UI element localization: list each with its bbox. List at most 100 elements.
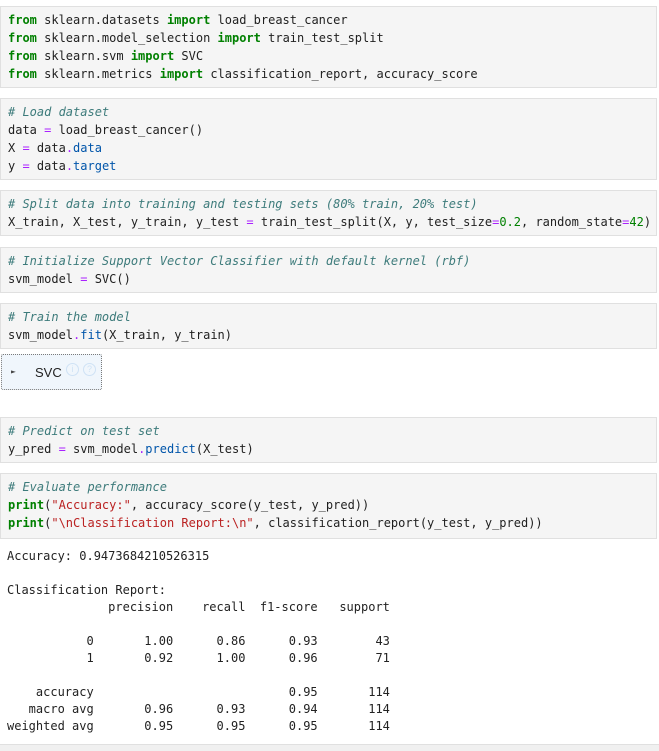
code-line: # Initialize Support Vector Classifier w… <box>8 252 649 270</box>
code-token: X <box>8 141 23 155</box>
code-token: from <box>8 49 37 63</box>
code-line: from sklearn.metrics import classificati… <box>8 65 649 83</box>
code-token: import <box>130 49 175 63</box>
code-token: # Predict on test set <box>8 424 160 438</box>
code-token: load_breast_cancer() <box>51 123 204 137</box>
code-token: # Load dataset <box>8 105 110 119</box>
code-token: print <box>8 516 45 530</box>
code-token: import <box>159 67 204 81</box>
output-line: accuracy 0.95 114 <box>7 685 390 699</box>
code-token: load_breast_cancer <box>210 13 348 27</box>
code-token: 42 <box>629 215 644 229</box>
code-token: sklearn.model_selection <box>36 31 218 45</box>
output-line: Classification Report: <box>7 583 166 597</box>
code-token: data <box>29 159 66 173</box>
code-line: svm_model = SVC() <box>8 270 649 288</box>
output-line: 0 1.00 0.86 0.93 43 <box>7 634 390 648</box>
code-token: y_pred <box>8 442 59 456</box>
output-line: macro avg 0.96 0.93 0.94 114 <box>7 702 390 716</box>
code-token: # Initialize Support Vector Classifier w… <box>8 254 471 268</box>
output-line: weighted avg 0.95 0.95 0.95 114 <box>7 719 390 733</box>
code-line: X = data.data <box>8 139 649 157</box>
estimator-output: ► SVC i ? <box>0 352 659 414</box>
code-line: X_train, X_test, y_train, y_test = train… <box>8 213 652 231</box>
code-line: print("Accuracy:", accuracy_score(y_test… <box>8 496 649 514</box>
code-line: from sklearn.svm import SVC <box>8 47 649 65</box>
output-line: precision recall f1-score support <box>7 600 390 614</box>
code-token: train_test_split <box>260 31 384 45</box>
info-icon[interactable]: i <box>66 363 79 376</box>
code-token: ) <box>643 215 652 229</box>
code-editor[interactable]: # Evaluate performance print("Accuracy:",… <box>1 474 656 536</box>
code-token: y <box>8 159 23 173</box>
code-token: = <box>246 215 254 229</box>
code-line: data = load_breast_cancer() <box>8 121 649 139</box>
code-token: classification_report, accuracy_score <box>203 67 478 81</box>
code-token: from <box>8 13 37 27</box>
code-token: (X_test) <box>195 442 254 456</box>
svc-estimator-toggle[interactable]: ► SVC i ? <box>1 354 102 390</box>
code-editor[interactable]: # Train the model svm_model.fit(X_train, … <box>1 304 656 348</box>
code-token: svm_model <box>65 442 139 456</box>
expand-arrow-icon[interactable]: ► <box>11 367 16 376</box>
code-line: # Load dataset <box>8 103 649 121</box>
code-token: . <box>65 159 74 173</box>
output-text: Accuracy: 0.9473684210526315 Classificat… <box>0 543 659 740</box>
code-token: , accuracy_score(y_test, y_pred)) <box>130 498 370 512</box>
code-token: , classification_report(y_test, y_pred)) <box>253 516 543 530</box>
code-line: from sklearn.datasets import load_breast… <box>8 11 649 29</box>
code-editor[interactable]: # Split data into training and testing s… <box>1 191 656 235</box>
code-cell-init-svc[interactable]: # Initialize Support Vector Classifier w… <box>0 247 657 293</box>
code-token: data <box>29 141 66 155</box>
output-line: 1 0.92 1.00 0.96 71 <box>7 651 390 665</box>
code-token: svm_model <box>8 272 81 286</box>
code-line: # Predict on test set <box>8 422 649 440</box>
code-cell-train[interactable]: # Train the model svm_model.fit(X_train, … <box>0 303 657 349</box>
code-token: # Evaluate performance <box>8 480 167 494</box>
code-token: SVC() <box>87 272 131 286</box>
code-token: from <box>8 31 37 45</box>
code-editor[interactable]: from sklearn.datasets import load_breast… <box>1 7 656 87</box>
code-token: from <box>8 67 37 81</box>
code-line: from sklearn.model_selection import trai… <box>8 29 649 47</box>
code-token: svm_model <box>8 328 74 342</box>
code-token: sklearn.metrics <box>36 67 160 81</box>
cell-output: Accuracy: 0.9473684210526315 Classificat… <box>0 543 659 743</box>
code-cell-predict[interactable]: # Predict on test set y_pred = svm_model.… <box>0 417 657 463</box>
code-token: = <box>58 442 66 456</box>
code-line: # Train the model <box>8 308 649 326</box>
code-editor[interactable]: # Initialize Support Vector Classifier w… <box>1 248 656 292</box>
code-line: svm_model.fit(X_train, y_train) <box>8 326 649 344</box>
svc-estimator-label: SVC <box>35 365 62 380</box>
code-token: import <box>166 13 211 27</box>
code-token: = <box>22 141 30 155</box>
code-line: print("\nClassification Report:\n", clas… <box>8 514 649 532</box>
code-line: y_pred = svm_model.predict(X_test) <box>8 440 649 458</box>
code-editor[interactable]: # Predict on test set y_pred = svm_model.… <box>1 418 656 462</box>
code-token: sklearn.svm <box>36 49 131 63</box>
code-line: # Evaluate performance <box>8 478 649 496</box>
code-cell-split-data[interactable]: # Split data into training and testing s… <box>0 190 657 236</box>
code-token: target <box>73 159 117 173</box>
code-editor[interactable]: # Load dataset data = load_breast_cancer(… <box>1 99 656 179</box>
code-token: fit <box>80 328 102 342</box>
code-token: X_train, X_test, y_train, y_test <box>8 215 247 229</box>
help-icon[interactable]: ? <box>83 363 96 376</box>
code-token: . <box>65 141 74 155</box>
code-token: sklearn.datasets <box>36 13 167 27</box>
code-token: print <box>8 498 45 512</box>
code-cell-evaluate[interactable]: # Evaluate performance print("Accuracy:",… <box>0 473 657 539</box>
code-token: # Split data into training and testing s… <box>8 197 478 211</box>
code-token: "\nClassification Report:\n" <box>51 516 254 530</box>
code-token: , random_state <box>521 215 623 229</box>
code-token: = <box>22 159 30 173</box>
code-token: (X_train, y_train) <box>101 328 232 342</box>
code-token: "Accuracy:" <box>51 498 131 512</box>
code-cell-imports[interactable]: from sklearn.datasets import load_breast… <box>0 6 657 88</box>
code-line: # Split data into training and testing s… <box>8 195 649 213</box>
code-token: # Train the model <box>8 310 131 324</box>
code-cell-load-dataset[interactable]: # Load dataset data = load_breast_cancer(… <box>0 98 657 180</box>
code-token: SVC <box>174 49 204 63</box>
